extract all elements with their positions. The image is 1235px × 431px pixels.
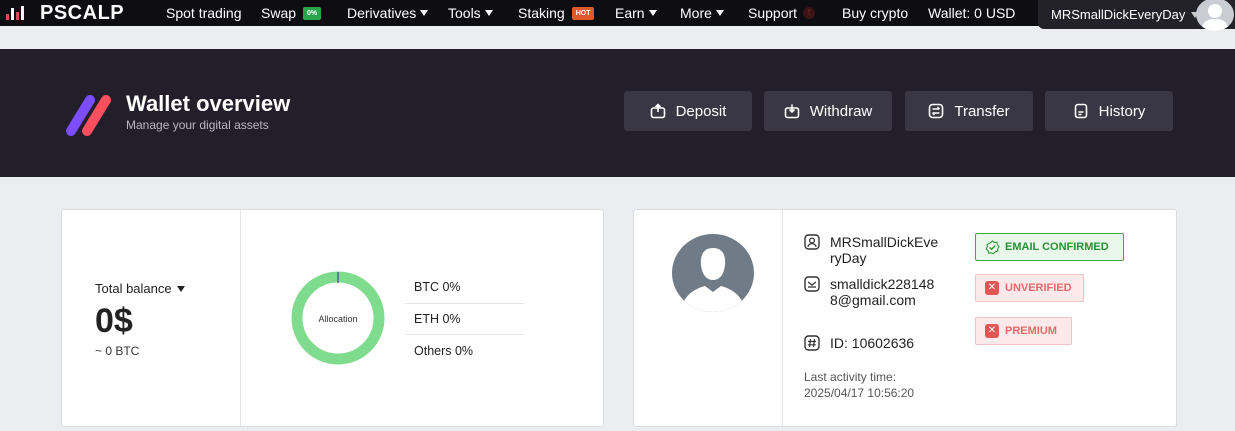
nav-derivatives[interactable]: Derivatives [347, 0, 429, 26]
wallet-logo-icon [66, 95, 111, 136]
nav-buy-crypto[interactable]: Buy crypto [842, 0, 908, 26]
caret-down-icon [420, 10, 429, 16]
nav-tools[interactable]: Tools [448, 0, 493, 26]
nav-more[interactable]: More [680, 0, 724, 26]
withdraw-icon [784, 104, 800, 119]
total-balance-btc: ~ 0 BTC [95, 344, 140, 358]
avatar [672, 234, 754, 312]
divider [782, 210, 783, 426]
caret-down-icon [176, 285, 185, 292]
last-activity: Last activity time: 2025/04/17 10:56:20 [804, 370, 915, 400]
list-item: ETH 0% [405, 304, 524, 335]
allocation-donut-chart: Allocation [291, 271, 385, 365]
nav-wallet[interactable]: Wallet: 0 USD [928, 0, 1015, 26]
user-silhouette-icon [1201, 4, 1229, 31]
brand-logo-icon [4, 3, 26, 23]
caret-down-icon [484, 10, 493, 16]
list-item: BTC 0% [405, 272, 524, 304]
email-confirmed-badge: EMAIL CONFIRMED [975, 233, 1124, 261]
deposit-button[interactable]: Deposit [624, 91, 752, 131]
close-icon: ✕ [985, 281, 999, 295]
nav-username: MRSmallDickEveryDay [1051, 7, 1186, 22]
avatar[interactable] [1196, 0, 1234, 31]
page-title: Wallet overview [126, 91, 291, 116]
history-button[interactable]: History [1045, 91, 1173, 131]
nav-swap[interactable]: Swap 0% [261, 0, 322, 26]
nav-support[interactable]: Support ! [748, 0, 816, 26]
allocation-legend: BTC 0% ETH 0% Others 0% [405, 272, 524, 367]
balance-card: Total balance 0$ ~ 0 BTC Allocation BTC … [61, 209, 604, 427]
wallet-header: Wallet overview Manage your digital asse… [0, 49, 1235, 177]
check-badge-icon [985, 239, 1000, 254]
unverified-badge: ✕ UNVERIFIED [975, 274, 1084, 302]
profile-id: ID: 10602636 [804, 335, 964, 351]
caret-down-icon [648, 10, 657, 16]
deposit-icon [650, 103, 665, 119]
close-icon: ✕ [985, 324, 999, 338]
profile-name: MRSmallDickEveryDay [804, 234, 939, 266]
transfer-button[interactable]: Transfer [905, 91, 1033, 131]
transfer-icon [929, 103, 944, 119]
nav-earn[interactable]: Earn [615, 0, 657, 26]
brand-name: PSCALP [40, 1, 125, 24]
profile-card: MRSmallDickEveryDay smalldick2281488@gma… [633, 209, 1177, 427]
support-notification-icon: ! [803, 7, 816, 19]
user-silhouette-icon [680, 248, 746, 312]
list-item: Others 0% [414, 343, 474, 358]
total-balance-value: 0$ [95, 302, 133, 340]
user-menu[interactable]: MRSmallDickEveryDay [1038, 0, 1235, 31]
swap-badge: 0% [303, 6, 322, 20]
premium-badge: ✕ PREMIUM [975, 317, 1072, 345]
total-balance-toggle[interactable]: Total balance [95, 281, 185, 296]
history-icon [1074, 103, 1087, 119]
withdraw-button[interactable]: Withdraw [764, 91, 892, 131]
allocation-center-label: Allocation [318, 314, 357, 324]
email-icon [804, 276, 820, 292]
top-navbar: PSCALP Spot trading Swap 0% Derivatives … [0, 0, 1235, 31]
page-subtitle: Manage your digital assets [126, 118, 269, 132]
divider [240, 210, 241, 426]
hash-icon [804, 335, 820, 351]
brand[interactable]: PSCALP [4, 0, 124, 26]
user-icon [804, 234, 820, 250]
profile-email: smalldick2281488@gmail.com [804, 276, 939, 308]
nav-spot-trading[interactable]: Spot trading [166, 0, 242, 26]
nav-staking[interactable]: Staking HOT [518, 0, 595, 26]
staking-hot-badge: HOT [571, 6, 595, 20]
caret-down-icon [715, 10, 724, 16]
